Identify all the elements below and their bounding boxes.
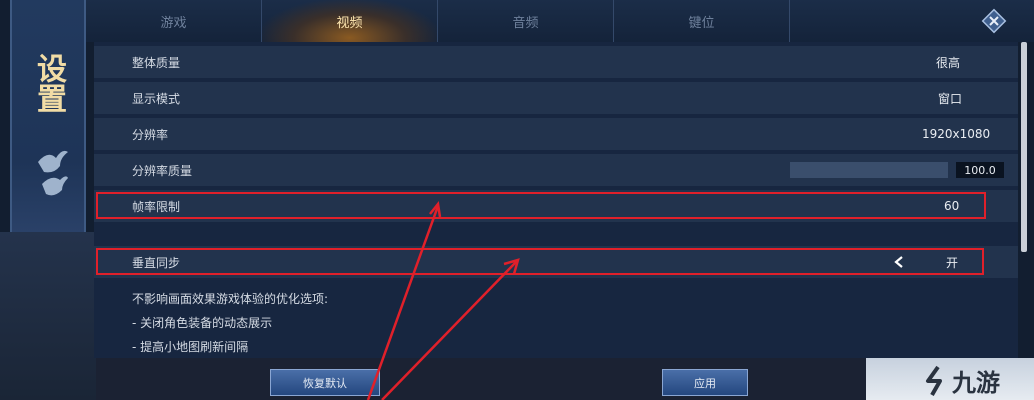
optimization-heading: 不影响画面效果游戏体验的优化选项: — [132, 292, 329, 306]
restore-default-button[interactable]: 恢复默认 — [270, 369, 380, 396]
setting-row-overall-quality[interactable]: 整体质量 很高 — [94, 46, 1018, 78]
setting-label: 分辨率 — [132, 127, 169, 142]
tab-keybind[interactable]: 键位 — [614, 0, 790, 42]
resolution-quality-value: 100.0 — [956, 162, 1004, 178]
setting-row-spacer — [94, 224, 1018, 244]
setting-label: 分辨率质量 — [132, 163, 193, 178]
setting-row-display-mode[interactable]: 显示模式 窗口 — [94, 82, 1018, 114]
left-background — [0, 232, 96, 400]
optimization-item: - 提高小地图刷新间隔 — [132, 340, 249, 354]
setting-row-resolution[interactable]: 分辨率 1920x1080 — [94, 118, 1018, 150]
close-button[interactable] — [978, 5, 1010, 37]
setting-row-resolution-quality[interactable]: 分辨率质量 100.0 — [94, 154, 1018, 186]
crane-icon — [38, 150, 68, 196]
setting-value: 很高 — [936, 55, 961, 70]
tab-video[interactable]: 视频 — [262, 0, 438, 42]
tab-audio[interactable]: 音频 — [438, 0, 614, 42]
optimization-item: - 关闭角色装备的动态展示 — [132, 316, 273, 330]
settings-banner: 设置 — [10, 0, 86, 232]
setting-value: 窗口 — [938, 91, 963, 106]
tab-bar: 游戏 视频 音频 键位 — [86, 0, 1034, 42]
apply-button[interactable]: 应用 — [662, 369, 748, 396]
setting-label: 显示模式 — [132, 91, 181, 106]
tab-game[interactable]: 游戏 — [86, 0, 262, 42]
highlight-vsync — [96, 248, 984, 275]
jiuyou-logo: 九游 — [918, 362, 1000, 398]
jiuyou-logo-icon — [926, 365, 942, 396]
scrollbar[interactable] — [1021, 42, 1027, 252]
setting-label: 整体质量 — [132, 55, 181, 70]
setting-value: 1920x1080 — [922, 127, 991, 141]
resolution-quality-slider[interactable] — [790, 162, 948, 178]
highlight-frame-limit — [96, 192, 986, 219]
banner-title: 设置 — [31, 53, 66, 113]
bottom-bar — [96, 358, 866, 400]
logo-text: 九游 — [952, 368, 1000, 397]
close-icon — [981, 8, 1007, 34]
